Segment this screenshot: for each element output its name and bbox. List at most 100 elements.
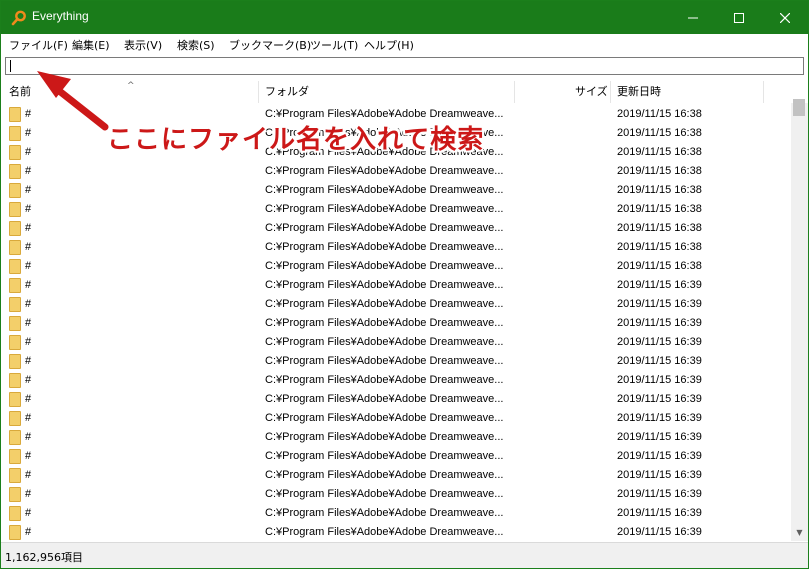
search-input[interactable] [5, 57, 804, 75]
table-row[interactable]: # C:¥Program Files¥Adobe¥Adobe Dreamweave… [1, 314, 791, 333]
row-path: C:¥Program Files¥Adobe¥Adobe Dreamweave.… [265, 355, 504, 367]
row-name: # [25, 165, 32, 177]
row-path: C:¥Program Files¥Adobe¥Adobe Dreamweave.… [265, 469, 504, 481]
row-path: C:¥Program Files¥Adobe¥Adobe Dreamweave.… [265, 241, 504, 253]
table-row[interactable]: # C:¥Program Files¥Adobe¥Adobe Dreamweave… [1, 333, 791, 352]
column-header-date[interactable]: 更新日時 [617, 81, 661, 103]
column-header-name[interactable]: 名前 [9, 81, 31, 103]
table-row[interactable]: # C:¥Program Files¥Adobe¥Adobe Dreamweave… [1, 504, 791, 523]
app-window: Everything ファイル(F) 編集(E) 表示(V) 検索(S) ブック… [0, 0, 809, 569]
table-row[interactable]: # C:¥Program Files¥Adobe¥Adobe Dreamweave… [1, 409, 791, 428]
table-row[interactable]: # C:¥Program Files¥Adobe¥Adobe Dreamweave… [1, 390, 791, 409]
scrollbar-thumb[interactable] [793, 99, 805, 116]
row-path: C:¥Program Files¥Adobe¥Adobe Dreamweave.… [265, 412, 504, 424]
table-row[interactable]: # C:¥Program Files¥Adobe¥Adobe Dreamweave… [1, 371, 791, 390]
row-date: 2019/11/15 16:39 [617, 393, 702, 405]
folder-icon [9, 278, 21, 293]
row-path: C:¥Program Files¥Adobe¥Adobe Dreamweave.… [265, 260, 504, 272]
folder-icon [9, 430, 21, 445]
table-row[interactable]: # C:¥Program Files¥Adobe¥Adobe Dreamweave… [1, 447, 791, 466]
table-row[interactable]: # C:¥Program Files¥Adobe¥Adobe Dreamweave… [1, 276, 791, 295]
table-row[interactable]: # C:¥Program Files¥Adobe¥Adobe Dreamweave… [1, 257, 791, 276]
column-divider[interactable] [610, 81, 611, 103]
annotation-label: ここにファイル名を入れて検索 [107, 125, 485, 155]
column-divider[interactable] [258, 81, 259, 103]
table-row[interactable]: # C:¥Program Files¥Adobe¥Adobe Dreamweave… [1, 238, 791, 257]
row-date: 2019/11/15 16:38 [617, 165, 702, 177]
row-date: 2019/11/15 16:39 [617, 488, 702, 500]
close-button[interactable] [762, 1, 808, 34]
row-date: 2019/11/15 16:38 [617, 127, 702, 139]
folder-icon [9, 126, 21, 141]
table-row[interactable]: # C:¥Program Files¥Adobe¥Adobe Dreamweave… [1, 485, 791, 504]
menu-bookmark[interactable]: ブックマーク(B) [229, 37, 311, 53]
row-path: C:¥Program Files¥Adobe¥Adobe Dreamweave.… [265, 336, 504, 348]
row-date: 2019/11/15 16:39 [617, 526, 702, 538]
row-name: # [25, 222, 32, 234]
row-date: 2019/11/15 16:39 [617, 412, 702, 424]
table-row[interactable]: # C:¥Program Files¥Adobe¥Adobe Dreamweave… [1, 466, 791, 485]
text-caret [10, 60, 11, 72]
item-count: 1,162,956項目 [5, 551, 83, 564]
folder-icon [9, 506, 21, 521]
row-name: # [25, 279, 32, 291]
column-header: 名前 ^ フォルダ サイズ 更新日時 [1, 81, 791, 103]
close-icon [780, 12, 790, 23]
row-path: C:¥Program Files¥Adobe¥Adobe Dreamweave.… [265, 507, 504, 519]
row-path: C:¥Program Files¥Adobe¥Adobe Dreamweave.… [265, 526, 504, 538]
row-name: # [25, 298, 32, 310]
menu-help[interactable]: ヘルプ(H) [364, 37, 414, 53]
minimize-button[interactable] [670, 1, 716, 34]
table-row[interactable]: # C:¥Program Files¥Adobe¥Adobe Dreamweave… [1, 181, 791, 200]
row-date: 2019/11/15 16:39 [617, 469, 702, 481]
table-row[interactable]: # C:¥Program Files¥Adobe¥Adobe Dreamweave… [1, 219, 791, 238]
table-row[interactable]: # C:¥Program Files¥Adobe¥Adobe Dreamweave… [1, 295, 791, 314]
table-row[interactable]: # C:¥Program Files¥Adobe¥Adobe Dreamweave… [1, 523, 791, 541]
row-name: # [25, 526, 32, 538]
row-date: 2019/11/15 16:38 [617, 241, 702, 253]
column-divider[interactable] [763, 81, 764, 103]
row-name: # [25, 507, 32, 519]
folder-icon [9, 354, 21, 369]
folder-icon [9, 525, 21, 540]
row-date: 2019/11/15 16:38 [617, 222, 702, 234]
row-path: C:¥Program Files¥Adobe¥Adobe Dreamweave.… [265, 184, 504, 196]
vertical-scrollbar[interactable]: ▼ [791, 81, 808, 541]
folder-icon [9, 107, 21, 122]
row-name: # [25, 184, 32, 196]
menu-view[interactable]: 表示(V) [124, 37, 162, 53]
folder-icon [9, 164, 21, 179]
results-list: # C:¥Program Files¥Adobe¥Adobe Dreamweave… [1, 105, 791, 541]
maximize-button[interactable] [716, 1, 762, 34]
row-path: C:¥Program Files¥Adobe¥Adobe Dreamweave.… [265, 431, 504, 443]
folder-icon [9, 449, 21, 464]
menu-search[interactable]: 検索(S) [177, 37, 215, 53]
folder-icon [9, 468, 21, 483]
table-row[interactable]: # C:¥Program Files¥Adobe¥Adobe Dreamweave… [1, 200, 791, 219]
scroll-down-icon[interactable]: ▼ [791, 524, 808, 541]
row-path: C:¥Program Files¥Adobe¥Adobe Dreamweave.… [265, 222, 504, 234]
folder-icon [9, 392, 21, 407]
row-name: # [25, 374, 32, 386]
folder-icon [9, 202, 21, 217]
table-row[interactable]: # C:¥Program Files¥Adobe¥Adobe Dreamweave… [1, 162, 791, 181]
row-name: # [25, 450, 32, 462]
row-name: # [25, 127, 32, 139]
table-row[interactable]: # C:¥Program Files¥Adobe¥Adobe Dreamweave… [1, 352, 791, 371]
folder-icon [9, 240, 21, 255]
folder-icon [9, 411, 21, 426]
row-date: 2019/11/15 16:39 [617, 317, 702, 329]
menu-file[interactable]: ファイル(F) [9, 37, 68, 53]
menu-tools[interactable]: ツール(T) [310, 37, 358, 53]
menu-edit[interactable]: 編集(E) [72, 37, 110, 53]
table-row[interactable]: # C:¥Program Files¥Adobe¥Adobe Dreamweave… [1, 428, 791, 447]
row-name: # [25, 469, 32, 481]
folder-icon [9, 373, 21, 388]
column-divider[interactable] [514, 81, 515, 103]
row-path: C:¥Program Files¥Adobe¥Adobe Dreamweave.… [265, 393, 504, 405]
title-bar[interactable]: Everything [1, 1, 808, 34]
row-name: # [25, 336, 32, 348]
magnifier-icon [11, 10, 26, 26]
column-header-path[interactable]: フォルダ [265, 81, 309, 103]
column-header-size[interactable]: サイズ [575, 81, 608, 103]
